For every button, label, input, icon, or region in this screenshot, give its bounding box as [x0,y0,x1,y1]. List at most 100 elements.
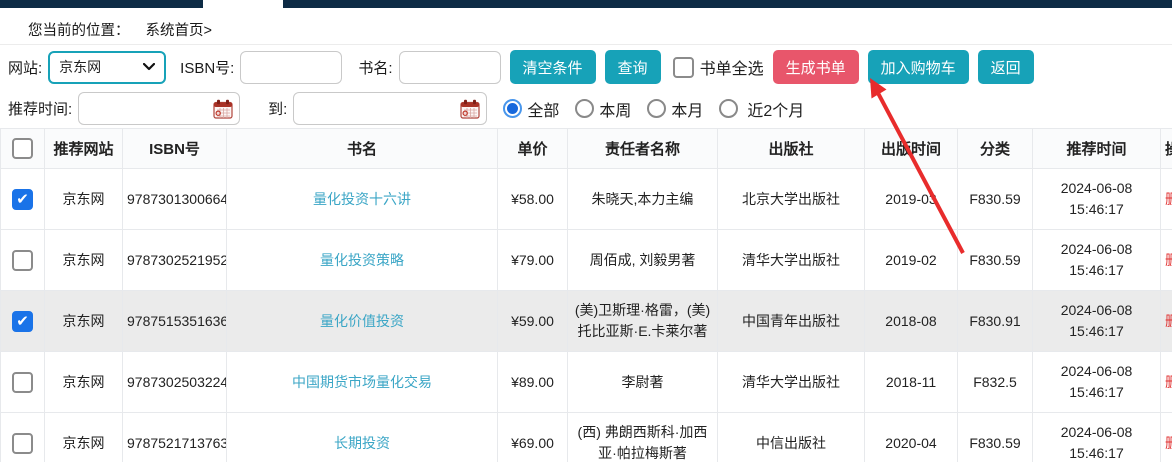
date-from-input[interactable] [78,92,240,125]
cell-pubdate: 2018-08 [865,291,958,352]
delete-link[interactable]: 删除 [1165,435,1172,451]
row-checkbox[interactable]: ✔ [12,311,33,332]
cell-pubdate: 2019-02 [865,230,958,291]
row-checkbox[interactable]: ✔ [12,250,33,271]
radio-last-2-months-label: 近2个月 [747,97,804,121]
radio-last-2-months[interactable]: 近2个月 [719,97,804,121]
row-checkbox[interactable]: ✔ [12,433,33,454]
cell-authors: (美)卫斯理·格雷，(美)托比亚斯·E.卡莱尔著 [568,291,718,352]
select-all-checkbox[interactable]: ✔ [673,57,694,78]
radio-this-week-label: 本周 [599,97,631,121]
cell-site: 京东网 [45,169,123,230]
date-to-input[interactable] [293,92,487,125]
delete-link[interactable]: 删除 [1165,313,1172,329]
cell-pubdate: 2020-04 [865,413,958,462]
cell-price: ¥58.00 [498,169,568,230]
table-row: ✔ 京东网 9787521713763 长期投资 ¥69.00 (西) 弗朗西斯… [1,413,1172,462]
top-nav-active-tab [203,0,283,8]
col-header-authors: 责任者名称 [568,129,718,169]
cell-category: F832.5 [958,352,1033,413]
clear-conditions-button[interactable]: 清空条件 [510,50,596,84]
cell-category: F830.91 [958,291,1033,352]
cell-isbn: 9787301300664 [123,169,227,230]
check-icon: ✔ [16,192,29,207]
col-header-pubdate: 出版时间 [865,129,958,169]
cell-publisher: 北京大学出版社 [718,169,865,230]
cell-recdate: 2024-06-0815:46:17 [1033,230,1161,291]
col-header-isbn: ISBN号 [123,129,227,169]
header-checkbox[interactable]: ✔ [12,138,33,159]
book-table: ✔ 推荐网站 ISBN号 书名 单价 责任者名称 出版社 出版时间 分类 推荐时… [0,128,1172,462]
book-list-page: 您当前的位置：系统首页> 网站: 京东网 ISBN号: 书名: 清空条件 查询 … [0,0,1172,462]
radio-this-month-circle[interactable] [647,99,666,118]
delete-link[interactable]: 删除 [1165,374,1172,390]
cell-recdate: 2024-06-0815:46:17 [1033,291,1161,352]
radio-this-week-circle[interactable] [575,99,594,118]
cell-category: F830.59 [958,413,1033,462]
radio-last-2-months-circle[interactable] [719,99,738,118]
select-all-label: 书单全选 [700,55,764,79]
query-button[interactable]: 查询 [605,50,661,84]
row-checkbox[interactable]: ✔ [12,189,33,210]
isbn-label: ISBN号: [180,57,234,78]
cell-isbn: 9787515351636 [123,291,227,352]
col-header-publisher: 出版社 [718,129,865,169]
cell-isbn: 9787521713763 [123,413,227,462]
cell-publisher: 清华大学出版社 [718,352,865,413]
cell-authors: (西) 弗朗西斯科·加西亚·帕拉梅斯著 [568,413,718,462]
cell-publisher: 清华大学出版社 [718,230,865,291]
book-title-link[interactable]: 量化投资十六讲 [313,191,411,207]
isbn-input[interactable] [240,51,342,84]
check-icon: ✔ [16,314,29,329]
chevron-down-icon [143,63,155,71]
add-to-cart-button[interactable]: 加入购物车 [868,50,969,84]
cell-price: ¥79.00 [498,230,568,291]
book-name-input[interactable] [399,51,501,84]
table-row: ✔ 京东网 9787515351636 量化价值投资 ¥59.00 (美)卫斯理… [1,291,1172,352]
cell-isbn: 9787302521952 [123,230,227,291]
breadcrumb-current[interactable]: 系统首页> [146,23,212,39]
cell-pubdate: 2018-11 [865,352,958,413]
book-title-link[interactable]: 中国期货市场量化交易 [292,374,432,390]
col-header-recdate: 推荐时间 [1033,129,1161,169]
table-header-row: ✔ 推荐网站 ISBN号 书名 单价 责任者名称 出版社 出版时间 分类 推荐时… [1,129,1172,169]
table-row: ✔ 京东网 9787302503224 中国期货市场量化交易 ¥89.00 李尉… [1,352,1172,413]
cell-site: 京东网 [45,230,123,291]
table-row: ✔ 京东网 9787302521952 量化投资策略 ¥79.00 周佰成, 刘… [1,230,1172,291]
radio-all-label: 全部 [527,97,559,121]
cell-pubdate: 2019-03 [865,169,958,230]
radio-all[interactable]: 全部 [503,97,559,121]
generate-booklist-button[interactable]: 生成书单 [773,50,859,84]
book-title-link[interactable]: 量化投资策略 [320,252,404,268]
to-label: 到: [268,98,287,119]
col-header-action: 操作 [1161,129,1172,169]
radio-all-circle[interactable] [503,99,522,118]
cell-authors: 周佰成, 刘毅男著 [568,230,718,291]
radio-this-month-label: 本月 [671,97,703,121]
section-divider [0,44,1172,45]
delete-link[interactable]: 删除 [1165,252,1172,268]
book-title-link[interactable]: 量化价值投资 [320,313,404,329]
book-title-link[interactable]: 长期投资 [334,435,390,451]
calendar-icon[interactable] [213,99,233,119]
back-button[interactable]: 返回 [978,50,1034,84]
site-select-value: 京东网 [59,57,101,77]
row-checkbox[interactable]: ✔ [12,372,33,393]
cell-site: 京东网 [45,291,123,352]
breadcrumb: 您当前的位置：系统首页> [28,19,212,40]
radio-this-month[interactable]: 本月 [647,97,703,121]
time-range-radio-group: 全部 本周 本月 近2个月 [503,97,804,121]
calendar-icon[interactable] [460,99,480,119]
cell-recdate: 2024-06-0815:46:17 [1033,169,1161,230]
cell-category: F830.59 [958,169,1033,230]
cell-publisher: 中信出版社 [718,413,865,462]
cell-price: ¥59.00 [498,291,568,352]
cell-publisher: 中国青年出版社 [718,291,865,352]
delete-link[interactable]: 删除 [1165,191,1172,207]
radio-this-week[interactable]: 本周 [575,97,631,121]
col-header-title: 书名 [227,129,498,169]
col-header-site: 推荐网站 [45,129,123,169]
cell-price: ¥89.00 [498,352,568,413]
cell-price: ¥69.00 [498,413,568,462]
site-select[interactable]: 京东网 [48,51,166,84]
